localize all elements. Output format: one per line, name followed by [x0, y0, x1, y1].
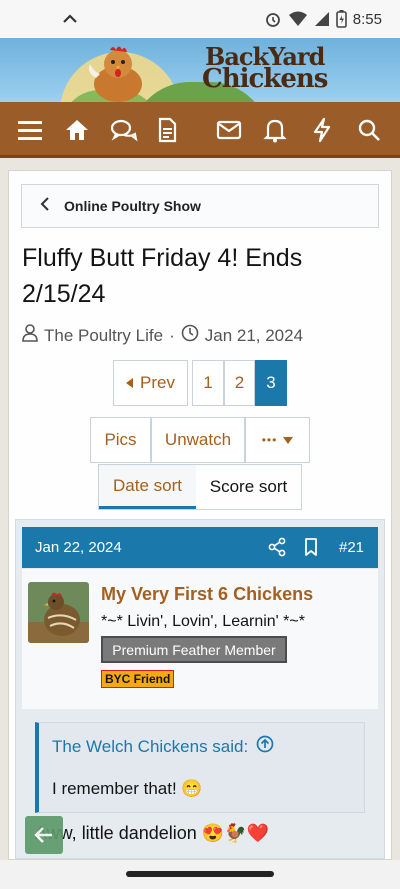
share-icon[interactable] — [268, 537, 286, 561]
gesture-bar — [0, 860, 400, 889]
home-gesture-handle[interactable] — [126, 871, 274, 877]
page-3-button[interactable]: 3 — [255, 360, 287, 406]
main-navbar — [0, 102, 400, 158]
chevron-left-icon — [40, 196, 50, 216]
prev-page-button[interactable]: Prev — [113, 360, 188, 406]
mail-icon[interactable] — [215, 116, 243, 144]
breadcrumb[interactable]: Online Poultry Show — [21, 184, 379, 228]
post-header: Jan 22, 2024 #21 — [22, 527, 378, 568]
post-date[interactable]: Jan 22, 2024 — [35, 539, 122, 556]
breadcrumb-label: Online Poultry Show — [64, 198, 201, 214]
caret-left-icon — [126, 378, 134, 388]
site-logo: BackYard Chickens — [202, 42, 328, 94]
chicken-logo-icon — [88, 46, 142, 102]
wifi-icon — [288, 10, 308, 28]
post-username[interactable]: My Very First 6 Chickens — [101, 584, 313, 605]
bolt-icon[interactable] — [308, 116, 336, 144]
unwatch-button[interactable]: Unwatch — [151, 417, 245, 463]
quote-author-link[interactable]: The Welch Chickens said: — [52, 735, 274, 758]
sort-tabs: Date sort Score sort — [98, 464, 302, 510]
chevron-up-icon[interactable] — [60, 9, 80, 33]
status-bar: 8:55 — [0, 0, 400, 38]
caret-down-icon — [283, 436, 294, 444]
member-badge: Premium Feather Member — [101, 636, 287, 663]
clock-icon — [181, 324, 199, 347]
status-time: 8:55 — [352, 10, 382, 28]
page-2-button[interactable]: 2 — [224, 360, 255, 406]
user-title: *~* Livin', Lovin', Learnin' *~* — [101, 613, 305, 630]
post-number[interactable]: #21 — [339, 539, 364, 556]
document-icon[interactable] — [153, 116, 181, 144]
arrow-left-icon — [34, 827, 52, 843]
bookmark-icon[interactable] — [304, 537, 318, 561]
chat-icon[interactable] — [110, 116, 138, 144]
back-button[interactable] — [25, 816, 63, 854]
pics-button[interactable]: Pics — [90, 417, 151, 463]
search-icon[interactable] — [355, 116, 383, 144]
page-list: 1 2 3 — [192, 360, 287, 406]
page-1-button[interactable]: 1 — [192, 360, 224, 406]
bell-icon[interactable] — [261, 116, 289, 144]
site-banner[interactable]: BackYard Chickens — [0, 38, 400, 102]
tab-score-sort[interactable]: Score sort — [196, 465, 301, 509]
avatar[interactable] — [28, 582, 89, 643]
battery-icon — [335, 10, 347, 28]
thread-date[interactable]: Jan 21, 2024 — [205, 326, 303, 346]
post-body-text: Aww, little dandelion 😍🐓❤️ — [35, 823, 270, 843]
user-icon — [22, 324, 38, 347]
thread-meta: The Poultry Life · Jan 21, 2024 — [22, 324, 303, 347]
arrow-up-circle-icon[interactable] — [256, 735, 274, 758]
signal-icon — [314, 11, 330, 27]
alarm-icon — [264, 10, 282, 28]
thread-title: Fluffy Butt Friday 4! Ends 2/15/24 — [22, 244, 303, 308]
home-icon[interactable] — [63, 116, 91, 144]
friend-badge: BYC Friend — [101, 670, 175, 688]
thread-author[interactable]: The Poultry Life — [44, 326, 163, 346]
pagination: Prev — [113, 360, 188, 406]
quote-text: I remember that! 😁 — [52, 779, 203, 798]
menu-icon[interactable] — [16, 116, 44, 144]
meta-separator: · — [169, 325, 175, 345]
thread-actions: Pics Unwatch ••• — [90, 417, 310, 463]
more-options-button[interactable]: ••• — [245, 417, 310, 463]
tab-date-sort[interactable]: Date sort — [99, 465, 196, 509]
